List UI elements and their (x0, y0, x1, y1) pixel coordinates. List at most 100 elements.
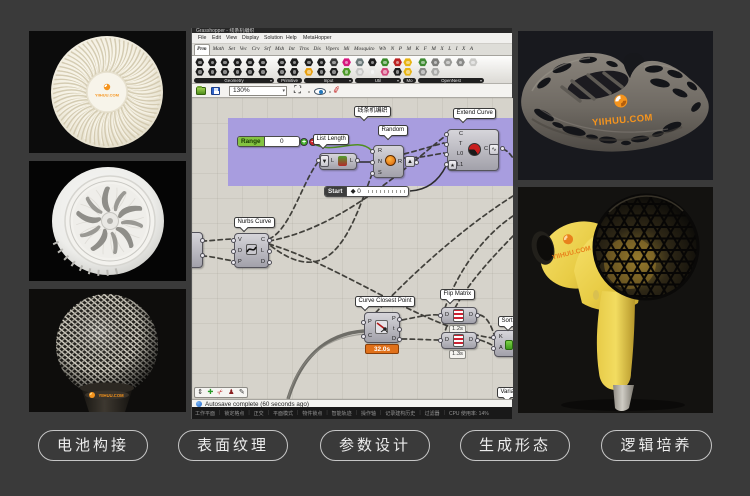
output-port[interactable] (397, 327, 402, 332)
component-icon[interactable] (304, 58, 314, 67)
output-port[interactable] (200, 253, 205, 258)
widget-scissors-icon[interactable]: ✂ (216, 387, 226, 398)
component-icon[interactable] (329, 58, 339, 67)
component-icon[interactable] (430, 58, 440, 67)
component-icon[interactable] (367, 67, 377, 76)
component-tab-5[interactable]: Srf (263, 44, 272, 52)
component-tab-22[interactable]: I (454, 44, 459, 52)
pill-button-parameter[interactable]: 参数设计 (320, 430, 430, 461)
component-icon[interactable] (430, 67, 440, 76)
component-icon[interactable] (245, 58, 255, 67)
component-icon[interactable] (355, 58, 365, 67)
menu-display[interactable]: Display (242, 35, 259, 41)
gh-canvas[interactable]: Range 0 + − List Length ▼ L L Random R N… (192, 98, 513, 399)
output-port[interactable] (475, 313, 480, 318)
input-port[interactable] (361, 320, 366, 325)
output-port[interactable] (200, 238, 205, 243)
input-port[interactable] (370, 160, 375, 165)
component-tab-12[interactable]: Mosquito (353, 44, 376, 52)
rhino-status-segment-6[interactable]: 操作轴 (361, 410, 376, 417)
rhino-status-segment-5[interactable]: 智能轨迹 (332, 410, 352, 417)
component-tab-7[interactable]: Int (287, 44, 296, 52)
widget-pencil-icon[interactable]: ✎ (239, 388, 245, 397)
component-icon[interactable] (403, 58, 413, 67)
component-icon[interactable] (393, 58, 402, 67)
slider-value[interactable]: 0 (265, 137, 299, 146)
menu-view[interactable]: View (226, 35, 237, 41)
output-port[interactable] (267, 260, 272, 265)
component-icon[interactable] (342, 58, 351, 67)
component-icon[interactable] (289, 67, 299, 76)
graph-attach[interactable]: ∿ (489, 144, 499, 155)
component-icon[interactable] (258, 58, 268, 67)
component-tab-2[interactable]: Set (227, 44, 237, 52)
component-tab-3[interactable]: Vec (238, 44, 248, 52)
component-icon[interactable] (289, 58, 299, 67)
input-port[interactable] (370, 149, 375, 154)
component-icon[interactable] (393, 67, 402, 76)
component-icon[interactable] (316, 58, 326, 67)
menu-help[interactable]: Help (286, 35, 297, 41)
input-port[interactable] (370, 171, 375, 176)
component-icon[interactable] (380, 67, 390, 76)
output-port[interactable] (475, 338, 480, 343)
pill-button-surface[interactable]: 表面纹理 (178, 430, 288, 461)
input-port[interactable] (231, 249, 236, 254)
component-tab-8[interactable]: Trns (298, 44, 311, 52)
component-tab-18[interactable]: F (422, 44, 428, 52)
range-slider[interactable]: Range 0 (237, 136, 300, 147)
group-label-opennest[interactable]: OpenNest ▾ (418, 77, 484, 83)
component-tab-10[interactable]: Vipers (324, 44, 341, 52)
component-tab-1[interactable]: Math (211, 44, 225, 52)
input-port[interactable] (438, 338, 443, 343)
component-icon[interactable] (316, 67, 326, 76)
output-port[interactable] (414, 160, 419, 165)
menu-edit[interactable]: Edit (212, 35, 221, 41)
component-tab-23[interactable]: X (461, 44, 467, 52)
component-tab-14[interactable]: N (389, 44, 396, 52)
open-file-icon[interactable] (196, 86, 206, 95)
input-port[interactable] (361, 334, 366, 339)
component-icon[interactable] (403, 67, 413, 76)
output-port[interactable] (267, 238, 272, 243)
rhino-status-segment-3[interactable]: 平面模式 (273, 410, 293, 417)
component-icon[interactable] (245, 67, 255, 76)
component-tab-19[interactable]: M (430, 44, 438, 52)
component-icon[interactable] (304, 67, 314, 76)
input-port[interactable] (444, 152, 449, 157)
group-label-geometry[interactable]: Geometry ▾ (194, 77, 274, 83)
component-tab-11[interactable]: Mi (342, 44, 351, 52)
component-icon[interactable] (220, 67, 230, 76)
slider-name[interactable]: Start (325, 187, 347, 196)
slider-track[interactable] (367, 190, 405, 193)
input-port[interactable] (231, 238, 236, 243)
component-icon[interactable] (207, 67, 217, 76)
input-port[interactable] (438, 313, 443, 318)
pill-button-logic[interactable]: 逻辑培养 (601, 430, 712, 461)
input-port[interactable] (444, 142, 449, 147)
component-icon[interactable] (233, 58, 242, 67)
component-icon[interactable] (207, 58, 217, 67)
component-icon[interactable] (342, 67, 351, 76)
component-icon[interactable] (380, 58, 390, 67)
component-tab-0[interactable]: Prm (194, 44, 210, 55)
widget-figure-icon[interactable]: ♟ (228, 388, 234, 397)
component-tab-24[interactable]: A (468, 44, 474, 52)
input-port[interactable] (491, 346, 496, 351)
component-icon[interactable] (277, 58, 287, 67)
pill-button-generate[interactable]: 生成形态 (460, 430, 570, 461)
group-label-primitive[interactable]: Primitive (277, 77, 302, 83)
zoom-extents-icon[interactable]: ⛶ (294, 86, 304, 96)
component-icon[interactable] (233, 67, 242, 76)
input-port[interactable] (444, 162, 449, 167)
output-port[interactable] (267, 249, 272, 254)
menu-file[interactable]: File (198, 35, 206, 41)
component-tab-6[interactable]: Msh (273, 44, 285, 52)
group-label-mo[interactable]: Mo (403, 77, 416, 83)
menu-solution[interactable]: Solution (264, 35, 283, 41)
input-port[interactable] (491, 335, 496, 340)
component-tab-4[interactable]: Crv (250, 44, 261, 52)
component-icon[interactable] (418, 58, 428, 67)
rhino-status-segment-8[interactable]: 过滤器 (425, 410, 440, 417)
widget-add-icon[interactable]: ✚ (208, 388, 214, 397)
